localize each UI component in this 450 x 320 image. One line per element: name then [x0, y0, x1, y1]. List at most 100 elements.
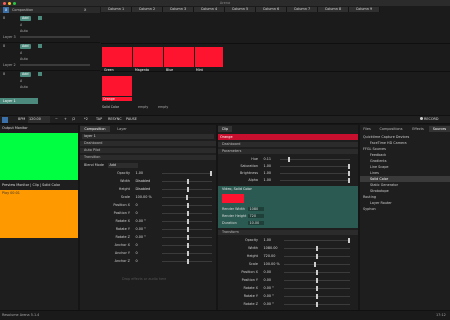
- property-value[interactable]: 0: [134, 259, 158, 264]
- parameter-value[interactable]: 1.00: [262, 178, 276, 183]
- property-value[interactable]: 0: [134, 211, 158, 216]
- video-section-title[interactable]: Video, Solid Color: [222, 187, 252, 191]
- bpm-decrease-button[interactable]: −: [55, 116, 58, 123]
- layer-row[interactable]: B Add A Auto Layer 1: [0, 71, 100, 105]
- slider-handle[interactable]: [187, 227, 189, 232]
- parameter-value[interactable]: 0.11: [262, 157, 276, 162]
- layer-opacity-slider[interactable]: [20, 64, 90, 66]
- property-slider[interactable]: [162, 179, 212, 184]
- property-value[interactable]: 0: [134, 203, 158, 208]
- resync-button[interactable]: RESYNC: [108, 116, 122, 123]
- transform-value[interactable]: 1.00: [262, 238, 280, 243]
- autopilot-section[interactable]: Auto Pilot: [80, 148, 216, 153]
- bpm-field[interactable]: 120.00: [28, 116, 50, 123]
- slider-handle[interactable]: [187, 243, 189, 248]
- parameters-section[interactable]: Parameters: [218, 149, 358, 154]
- property-slider[interactable]: [162, 187, 212, 192]
- parameter-slider[interactable]: [280, 171, 350, 176]
- slider-handle[interactable]: [316, 270, 318, 275]
- layer-solo-icon[interactable]: [38, 44, 42, 48]
- property-value[interactable]: 0.00 °: [134, 219, 158, 224]
- layer-a-toggle[interactable]: A: [20, 23, 22, 27]
- slider-handle[interactable]: [210, 171, 212, 176]
- transform-section[interactable]: Transform: [218, 230, 358, 235]
- tab-layer[interactable]: Layer: [112, 126, 132, 132]
- transform-slider[interactable]: [284, 302, 350, 307]
- property-slider[interactable]: [162, 243, 212, 248]
- slider-handle[interactable]: [348, 238, 350, 243]
- property-slider[interactable]: [162, 259, 212, 264]
- property-value[interactable]: 0.00 °: [134, 235, 158, 240]
- slider-handle[interactable]: [316, 294, 318, 299]
- transform-value[interactable]: 100.00 %: [262, 262, 280, 267]
- property-value[interactable]: 0.00 °: [134, 227, 158, 232]
- layer-a-toggle[interactable]: A: [20, 51, 22, 55]
- dashboard-section[interactable]: Dashboard: [80, 141, 216, 146]
- slider-handle[interactable]: [187, 259, 189, 264]
- slider-handle[interactable]: [316, 302, 318, 307]
- layer-add-button[interactable]: Add: [20, 72, 31, 77]
- slider-handle[interactable]: [316, 254, 318, 259]
- layer-b-toggle[interactable]: B: [3, 72, 5, 76]
- property-value[interactable]: Disabled: [134, 187, 158, 192]
- column-header[interactable]: Column 2: [132, 7, 163, 12]
- output-monitor-view[interactable]: [0, 133, 78, 180]
- source-item[interactable]: Syphon: [360, 206, 450, 212]
- slider-handle[interactable]: [314, 262, 316, 267]
- transform-value[interactable]: 0.00: [262, 278, 280, 283]
- parameter-slider[interactable]: [280, 157, 350, 162]
- clip-mint[interactable]: [195, 47, 223, 67]
- column-header[interactable]: Column 1: [101, 7, 132, 12]
- transform-value[interactable]: 0.00 °: [262, 302, 280, 307]
- slider-handle[interactable]: [288, 157, 290, 162]
- tab-composition[interactable]: Composition: [80, 126, 110, 132]
- layer-name[interactable]: Layer 3: [3, 35, 16, 39]
- column-header[interactable]: Column 4: [194, 7, 225, 12]
- property-slider[interactable]: [162, 195, 212, 200]
- clip-dashboard-section[interactable]: Dashboard: [218, 142, 358, 147]
- slider-handle[interactable]: [187, 187, 189, 192]
- layer-name-selected[interactable]: Layer 1: [0, 98, 38, 104]
- property-slider[interactable]: [162, 203, 212, 208]
- minimize-window-icon[interactable]: [8, 1, 11, 5]
- layer-name[interactable]: Layer 2: [3, 63, 16, 67]
- property-slider[interactable]: [162, 235, 212, 240]
- layer-solo-icon[interactable]: [38, 16, 42, 20]
- close-window-icon[interactable]: [3, 1, 6, 5]
- layer-auto-toggle[interactable]: Auto: [20, 57, 28, 61]
- bpm-increase-button[interactable]: +: [64, 116, 67, 123]
- layer-a-toggle[interactable]: A: [20, 79, 22, 83]
- column-header[interactable]: Column 7: [287, 7, 318, 12]
- tab-sources[interactable]: Sources: [429, 126, 450, 132]
- parameter-value[interactable]: 1.00: [262, 164, 276, 169]
- property-slider[interactable]: [162, 171, 212, 176]
- property-value[interactable]: 100.00 %: [134, 195, 158, 200]
- layer-name-field[interactable]: layer 1: [82, 134, 214, 139]
- composition-x-button[interactable]: X: [3, 7, 9, 13]
- transform-slider[interactable]: [284, 278, 350, 283]
- clip-label[interactable]: Solid Color: [102, 105, 119, 109]
- transform-slider[interactable]: [284, 254, 350, 259]
- clip-green[interactable]: [102, 47, 132, 67]
- slider-handle[interactable]: [316, 286, 318, 291]
- property-slider[interactable]: [162, 219, 212, 224]
- color-swatch[interactable]: [222, 194, 244, 203]
- layer-b-toggle[interactable]: B: [3, 44, 5, 48]
- property-value[interactable]: 0: [134, 251, 158, 256]
- preview-monitor-view[interactable]: Play 00:01: [0, 190, 78, 238]
- layer-b-toggle[interactable]: B: [3, 16, 5, 20]
- slider-handle[interactable]: [348, 178, 350, 183]
- property-value[interactable]: 0: [134, 243, 158, 248]
- transform-value[interactable]: 1080.00: [262, 246, 280, 251]
- layer-add-button[interactable]: Add: [20, 44, 31, 49]
- clip-magenta[interactable]: [133, 47, 163, 67]
- transform-slider[interactable]: [284, 246, 350, 251]
- slider-handle[interactable]: [316, 246, 318, 251]
- slider-handle[interactable]: [187, 203, 189, 208]
- tab-clip[interactable]: Clip: [218, 126, 232, 132]
- bpm-double-button[interactable]: *2: [84, 116, 88, 123]
- slider-handle[interactable]: [187, 179, 189, 184]
- layer-opacity-slider[interactable]: [20, 36, 90, 38]
- layer-add-button[interactable]: Add: [20, 16, 31, 21]
- render-value[interactable]: 720: [248, 213, 264, 219]
